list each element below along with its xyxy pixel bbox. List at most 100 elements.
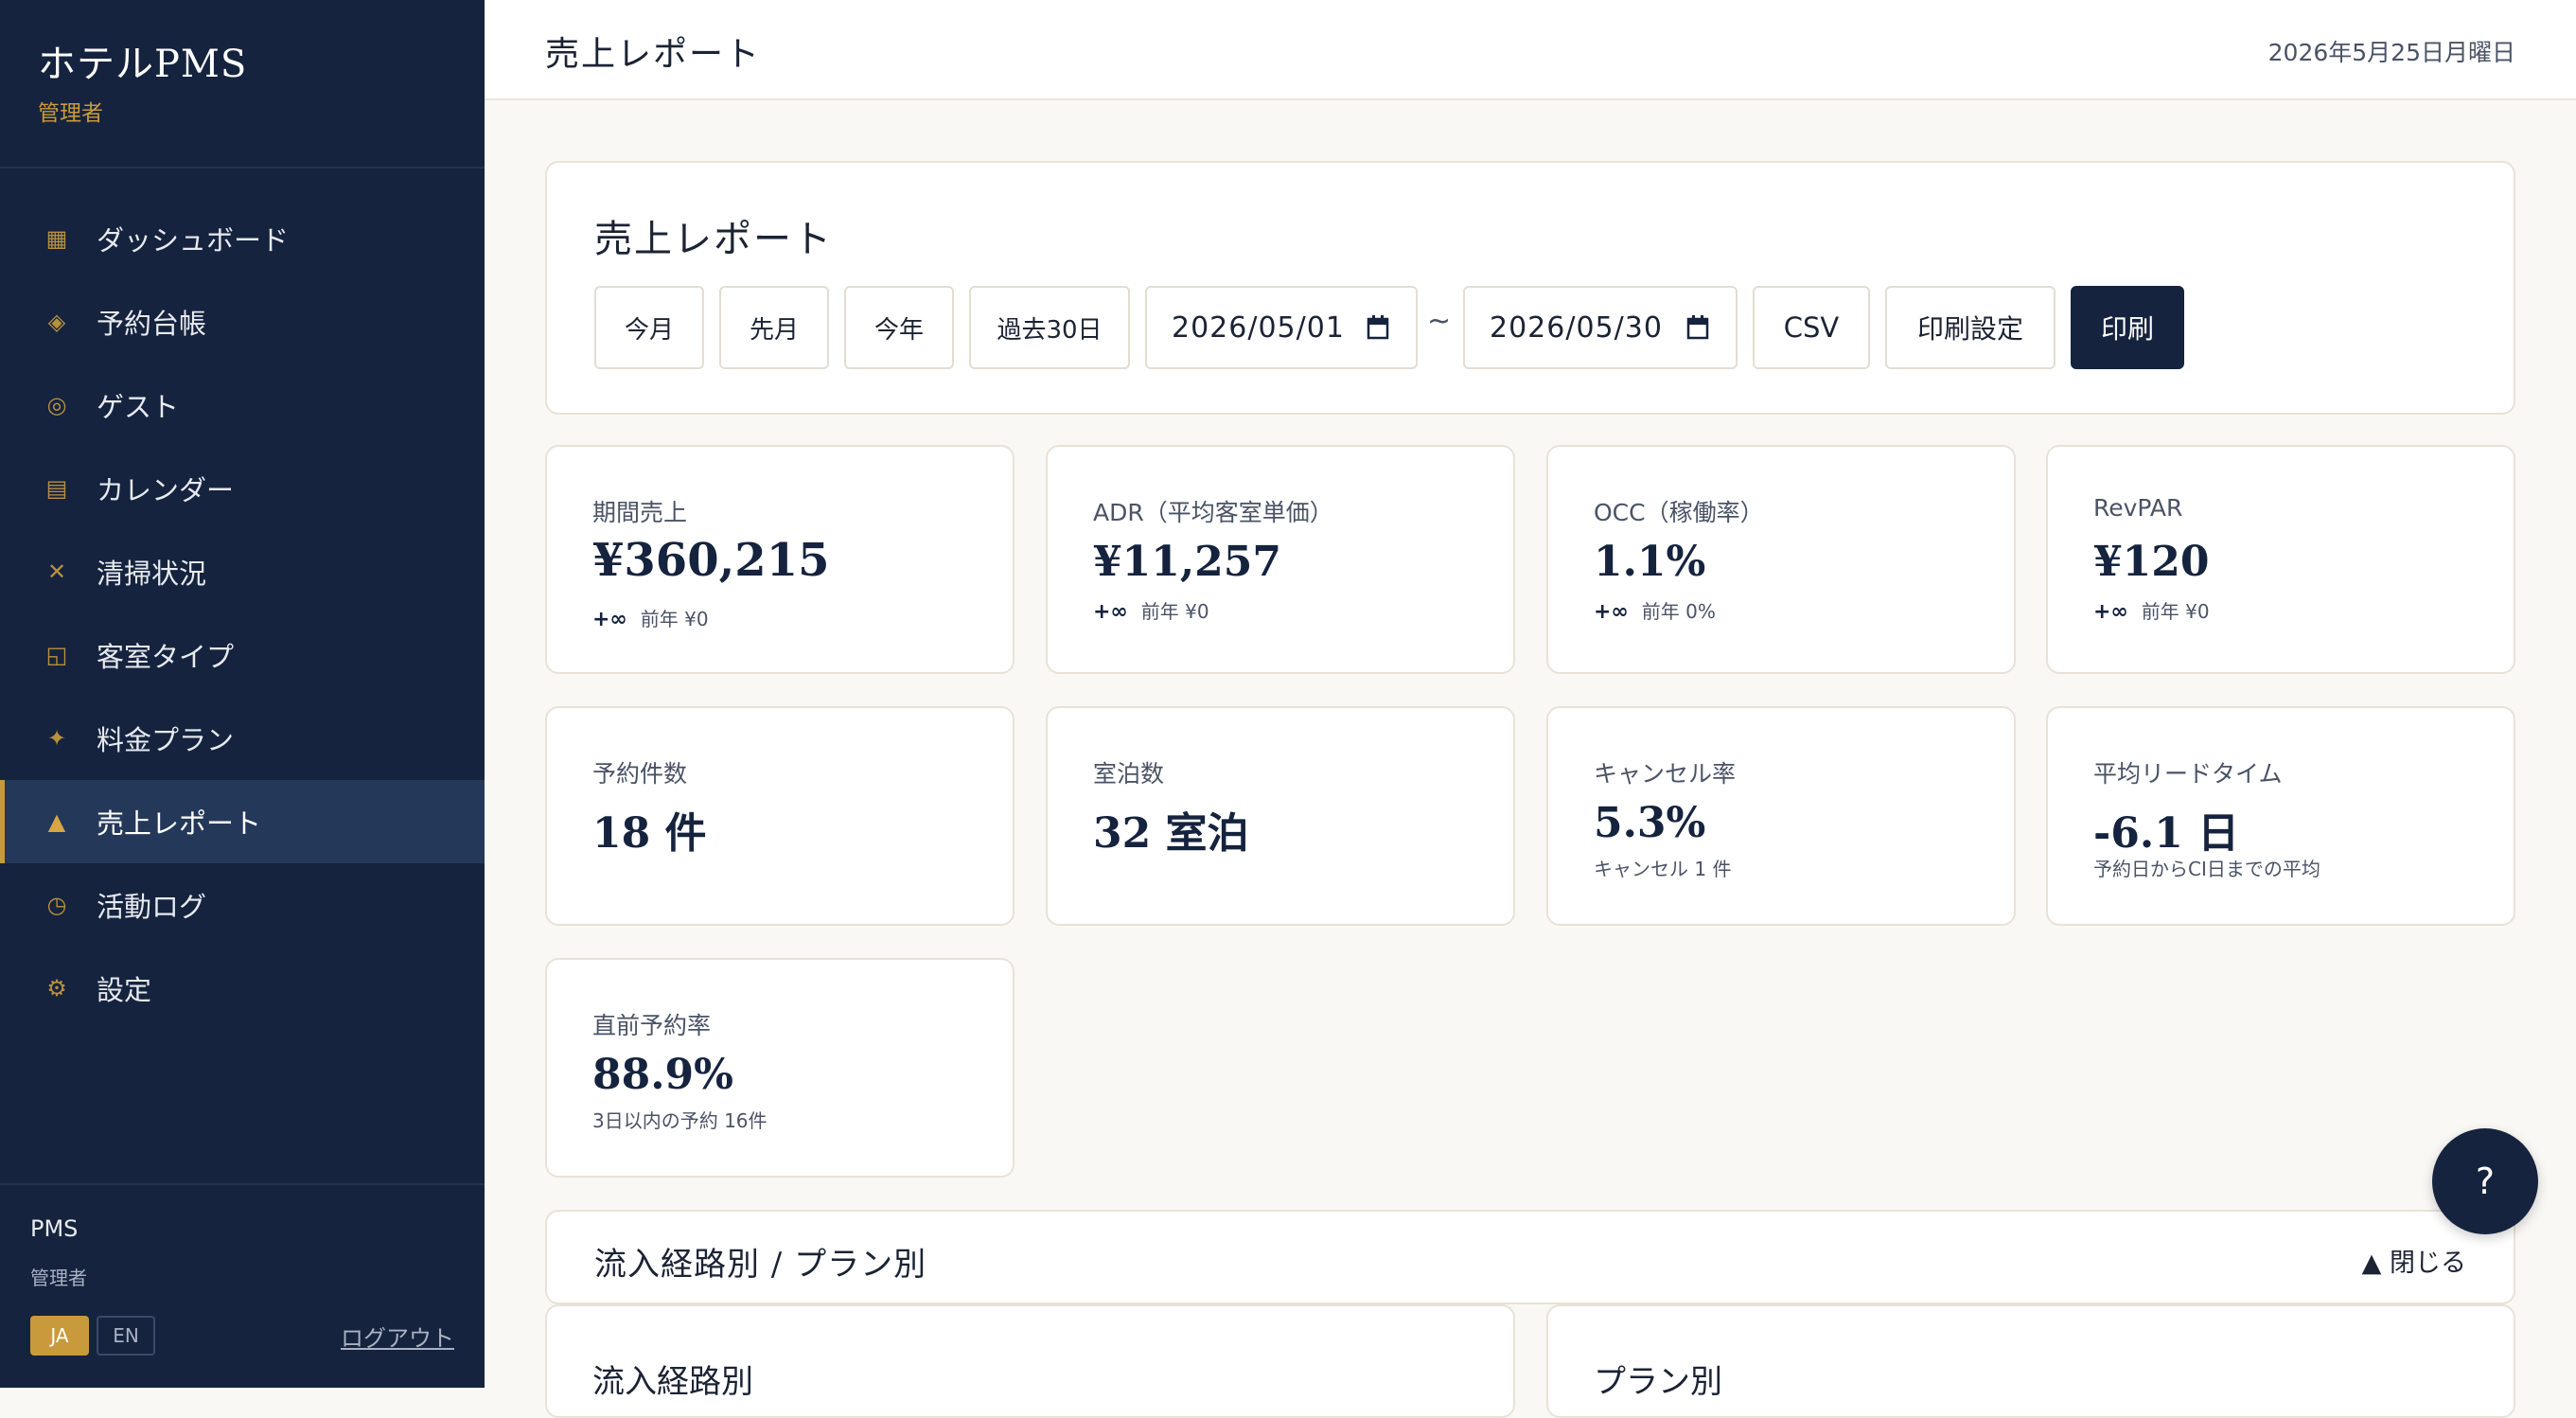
collapse-toggle-button[interactable]: ▲ 閉じる [2362, 1242, 2466, 1279]
room-icon: ◱ [45, 642, 68, 668]
section-title: 流入経路別 / プラン別 [594, 1246, 927, 1284]
kpi-sub: 予約日からCI日までの平均 [2093, 858, 2320, 880]
kpi-label: 予約件数 [592, 760, 688, 788]
sidebar-item-label: 活動ログ [97, 891, 207, 923]
date-range-separator: ~ [1427, 305, 1452, 338]
cross-icon: ✕ [46, 558, 67, 585]
kpi-prev-year: 前年 ¥0 [2141, 600, 2210, 623]
sidebar-item-settings[interactable]: ⚙ 設定 [0, 947, 485, 1030]
kpi-card-lead-time: 平均リードタイム -6.1 日 予約日からCI日までの平均 [2046, 706, 2515, 926]
logout-link[interactable]: ログアウト [341, 1320, 454, 1353]
preset-last-30-days-button[interactable]: 過去30日 [969, 286, 1130, 369]
sidebar-footer-divider [0, 1183, 485, 1185]
sidebar-item-room-types[interactable]: ◱ 客室タイプ [0, 613, 485, 697]
sidebar-item-dashboard[interactable]: ▦ ダッシュボード [0, 197, 485, 280]
kpi-sub: +∞ 前年 ¥0 [2093, 596, 2210, 624]
report-filter-card: 売上レポート 今月 先月 今年 過去30日 2026/05/01 ~ 2026/… [545, 161, 2515, 415]
sidebar-item-label: 予約台帳 [97, 308, 207, 340]
circle-icon: ◎ [46, 392, 67, 418]
kpi-card-occ: OCC（稼働率） 1.1% +∞ 前年 0% [1546, 445, 2016, 674]
kpi-card-revpar: RevPAR ¥120 +∞ 前年 ¥0 [2046, 445, 2515, 674]
sidebar-item-activity-log[interactable]: ◷ 活動ログ [0, 863, 485, 947]
plan-breakdown-card: プラン別 [1546, 1304, 2515, 1418]
sidebar-item-label: カレンダー [97, 474, 235, 506]
kpi-label: RevPAR [2093, 494, 2183, 522]
kpi-prev-year: 前年 ¥0 [640, 608, 709, 630]
preset-this-year-button[interactable]: 今年 [844, 286, 954, 369]
kpi-prev-year: 前年 ¥0 [1140, 600, 1209, 623]
kpi-delta: +∞ [592, 608, 627, 631]
sidebar-item-guests[interactable]: ◎ ゲスト [0, 363, 485, 447]
lang-en-button[interactable]: EN [97, 1316, 155, 1356]
end-date-value: 2026/05/30 [1490, 310, 1663, 345]
kpi-value: 88.9% [592, 1051, 733, 1099]
brand: ホテルPMS 管理者 [38, 38, 247, 127]
kpi-card-period-sales: 期間売上 ¥360,215 +∞ 前年 ¥0 [545, 445, 1015, 674]
app-name: ホテルPMS [38, 43, 248, 86]
sidebar-item-label: 料金プラン [97, 724, 235, 756]
breakdown-section-header: 流入経路別 / プラン別 ▲ 閉じる [545, 1210, 2515, 1304]
start-date-value: 2026/05/01 [1172, 310, 1345, 345]
user-role: 管理者 [38, 101, 103, 126]
kpi-card-cancel-rate: キャンセル率 5.3% キャンセル 1 件 [1546, 706, 2016, 926]
kpi-value: -6.1 日 [2093, 809, 2240, 858]
start-date-input[interactable]: 2026/05/01 [1145, 286, 1418, 369]
sidebar-item-label: 客室タイプ [97, 641, 235, 673]
print-button[interactable]: 印刷 [2071, 286, 2184, 369]
kpi-label: ADR（平均客室単価） [1093, 499, 1333, 526]
clock-icon: ◷ [46, 892, 67, 918]
sidebar: ホテルPMS 管理者 ▦ ダッシュボード ◈ 予約台帳 ◎ ゲスト ▤ カレンダ… [0, 0, 485, 1388]
calendar-picker-icon[interactable] [1686, 314, 1709, 341]
kpi-delta: +∞ [2093, 600, 2128, 624]
footer-user-name: PMS [30, 1215, 79, 1242]
preset-this-month-button[interactable]: 今月 [594, 286, 704, 369]
sidebar-item-reservations[interactable]: ◈ 予約台帳 [0, 280, 485, 363]
sidebar-item-calendar[interactable]: ▤ カレンダー [0, 447, 485, 530]
footer-user-role: 管理者 [30, 1267, 87, 1289]
topbar: 売上レポート 2026年5月25日月曜日 [485, 0, 2576, 100]
sidebar-nav: ▦ ダッシュボード ◈ 予約台帳 ◎ ゲスト ▤ カレンダー ✕ 清掃状況 ◱ … [0, 197, 485, 1030]
kpi-value: 18 件 [592, 809, 707, 858]
csv-export-button[interactable]: CSV [1753, 286, 1870, 369]
kpi-value: ¥360,215 [592, 534, 830, 587]
kpi-delta: +∞ [1594, 600, 1629, 624]
kpi-card-room-nights: 室泊数 32 室泊 [1046, 706, 1515, 926]
sidebar-item-label: 売上レポート [97, 807, 262, 840]
sidebar-item-label: 設定 [97, 974, 152, 1006]
kpi-value: ¥120 [2093, 538, 2210, 586]
kpi-label: OCC（稼働率） [1594, 499, 1764, 526]
kpi-label: 平均リードタイム [2093, 760, 2283, 788]
lang-ja-button[interactable]: JA [30, 1316, 89, 1356]
print-settings-button[interactable]: 印刷設定 [1885, 286, 2056, 369]
sidebar-item-cleaning[interactable]: ✕ 清掃状況 [0, 530, 485, 613]
kpi-card-last-minute-rate: 直前予約率 88.9% 3日以内の予約 16件 [545, 958, 1015, 1178]
sidebar-item-sales-report[interactable]: ▲ 売上レポート [0, 780, 485, 863]
kpi-label: 室泊数 [1093, 760, 1165, 788]
calendar-icon: ▤ [45, 475, 68, 502]
kpi-prev-year: 前年 0% [1641, 600, 1716, 623]
kpi-label: 期間売上 [592, 499, 688, 526]
sidebar-divider [0, 167, 485, 168]
kpi-sub: +∞ 前年 ¥0 [592, 604, 709, 631]
current-date: 2026年5月25日月曜日 [2267, 39, 2515, 66]
plan-breakdown-title: プラン別 [1594, 1363, 1722, 1401]
kpi-value: ¥11,257 [1093, 538, 1282, 586]
kpi-sub: キャンセル 1 件 [1594, 858, 1732, 880]
end-date-input[interactable]: 2026/05/30 [1463, 286, 1738, 369]
sidebar-item-rate-plans[interactable]: ✦ 料金プラン [0, 697, 485, 780]
kpi-label: 直前予約率 [592, 1012, 712, 1039]
sidebar-item-label: 清掃状況 [97, 558, 207, 590]
kpi-value: 5.3% [1594, 799, 1706, 847]
calendar-picker-icon[interactable] [1367, 314, 1389, 341]
kpi-value: 32 室泊 [1093, 809, 1249, 858]
channel-breakdown-title: 流入経路別 [592, 1363, 753, 1401]
preset-last-month-button[interactable]: 先月 [719, 286, 829, 369]
kpi-value: 1.1% [1594, 538, 1706, 586]
sidebar-item-label: ゲスト [97, 391, 180, 423]
report-title: 売上レポート [594, 218, 833, 261]
gear-icon: ⚙ [46, 975, 67, 1001]
help-button[interactable]: ? [2432, 1128, 2538, 1234]
kpi-card-bookings: 予約件数 18 件 [545, 706, 1015, 926]
star-icon: ✦ [46, 725, 67, 752]
triangle-icon: ▲ [47, 808, 66, 835]
